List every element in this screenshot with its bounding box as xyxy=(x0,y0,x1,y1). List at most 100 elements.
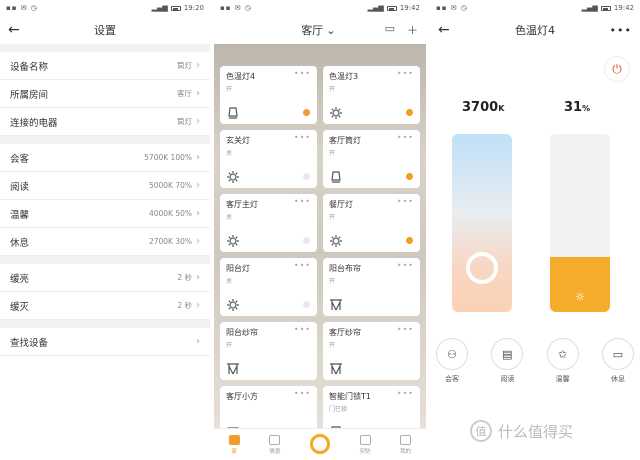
temperature-value: 3700 xyxy=(462,100,499,115)
settings-row-label: 缓亮 xyxy=(10,273,30,285)
device-card[interactable]: 客厅纱帘开 ••• xyxy=(323,322,420,380)
more-dots-icon[interactable]: ••• xyxy=(397,261,414,270)
settings-group-scenes: 会客 5700K 100% › 阅读 5000K 70% › 温馨 4000K 50% › 休息 2… xyxy=(0,136,210,256)
device-card[interactable]: 阳台纱帘开 ••• xyxy=(220,322,317,380)
more-dots-icon[interactable]: ••• xyxy=(294,197,311,206)
more-dots-icon[interactable]: ••• xyxy=(294,69,311,78)
power-toggle-dot[interactable] xyxy=(406,109,413,116)
voice-assistant-button[interactable] xyxy=(309,433,330,454)
more-dots-icon[interactable]: ••• xyxy=(294,325,311,334)
more-dots-icon[interactable]: ••• xyxy=(397,389,414,398)
curtain-icon xyxy=(226,361,240,375)
settings-row[interactable]: 连接的电器 筒灯 › xyxy=(0,108,210,136)
power-toggle-dot[interactable] xyxy=(406,173,413,180)
settings-row[interactable]: 设备名称 筒灯 › xyxy=(0,52,210,80)
battery-icon xyxy=(170,5,181,11)
more-options-icon[interactable]: ••• xyxy=(610,24,632,37)
downlight-icon xyxy=(329,169,343,183)
status-bar: ▪▪ ✉ ◷ ▂▄▆ 19:42 xyxy=(430,0,640,16)
device-state: 关 xyxy=(226,214,233,221)
scene-label: 温馨 xyxy=(555,375,570,383)
power-button[interactable]: ⏻ xyxy=(604,56,630,82)
chevron-right-icon: › xyxy=(196,336,200,347)
device-card[interactable]: 客厅主灯关 ••• xyxy=(220,194,317,252)
settings-row[interactable]: 会客 5700K 100% › xyxy=(0,144,210,172)
tab-label: 情景 xyxy=(269,448,281,455)
settings-row-value: 4000K 50% xyxy=(148,209,192,218)
scene-button[interactable]: ⚇ 会客 xyxy=(436,338,468,384)
more-dots-icon[interactable]: ••• xyxy=(294,261,311,270)
more-dots-icon[interactable]: ••• xyxy=(294,389,311,398)
settings-row-value: 2 秒 xyxy=(177,301,192,310)
more-dots-icon[interactable]: ••• xyxy=(294,133,311,142)
power-toggle-dot[interactable] xyxy=(406,237,413,244)
device-card[interactable]: 餐厅灯开 ••• xyxy=(323,194,420,252)
chevron-right-icon: › xyxy=(196,300,200,311)
chevron-right-icon: › xyxy=(196,272,200,283)
temperature-readout: 3700K xyxy=(462,100,504,115)
power-toggle-dot[interactable] xyxy=(303,109,310,116)
settings-row[interactable]: 温馨 4000K 50% › xyxy=(0,200,210,228)
tab-item[interactable]: 我的 xyxy=(400,434,412,455)
settings-row[interactable]: 缓灭 2 秒 › xyxy=(0,292,210,320)
settings-row-value: 5700K 100% xyxy=(144,153,192,162)
device-state: 开 xyxy=(226,342,233,349)
device-card[interactable]: 玄关灯关 ••• xyxy=(220,130,317,188)
power-toggle-dot[interactable] xyxy=(303,301,310,308)
device-card[interactable]: 阳台布帘开 ••• xyxy=(323,258,420,316)
back-arrow-icon[interactable]: ← xyxy=(8,22,24,38)
settings-row[interactable]: 阅读 5000K 70% › xyxy=(0,172,210,200)
more-dots-icon[interactable]: ••• xyxy=(397,197,414,206)
power-icon: ⏻ xyxy=(612,61,622,76)
device-card[interactable]: 色温灯3 开 ••• xyxy=(323,66,420,124)
chevron-right-icon: › xyxy=(196,152,200,163)
device-card[interactable]: 客厅筒灯开 ••• xyxy=(323,130,420,188)
settings-row-value: 筒灯 xyxy=(177,61,192,70)
settings-row[interactable]: 缓亮 2 秒 › xyxy=(0,264,210,292)
chevron-right-icon: › xyxy=(196,180,200,191)
settings-row-label: 设备名称 xyxy=(10,61,49,73)
power-toggle-dot[interactable] xyxy=(303,173,310,180)
color-temperature-slider[interactable] xyxy=(452,134,512,312)
signal-icon: ▂▄▆ xyxy=(151,4,168,12)
room-selector[interactable]: 客厅 ⌄ xyxy=(301,22,335,38)
curtain-icon xyxy=(329,361,343,375)
status-icons-left: ▪▪ ✉ ◷ xyxy=(6,4,38,12)
device-card[interactable]: 阳台灯关 ••• xyxy=(220,258,317,316)
add-icon[interactable]: ＋ xyxy=(407,22,418,38)
settings-group-find: 查找设备 › xyxy=(0,320,210,356)
scene-label: 休息 xyxy=(610,375,625,383)
device-card[interactable]: 色温灯4 开 ••• xyxy=(220,66,317,124)
more-dots-icon[interactable]: ••• xyxy=(397,325,414,334)
settings-header: ← 设置 xyxy=(0,16,210,44)
book-icon: ▤ xyxy=(491,338,524,370)
tab-item[interactable]: 情景 xyxy=(269,434,281,455)
tab-item[interactable]: 安防 xyxy=(359,434,371,455)
brightness-slider[interactable]: ☼ xyxy=(550,134,610,312)
guests-icon: ⚇ xyxy=(436,338,468,370)
power-toggle-dot[interactable] xyxy=(303,237,310,244)
scene-button[interactable]: ▭ 休息 xyxy=(601,338,634,384)
screenshot-collage: ▪▪ ✉ ◷ ▂▄▆ 19:20 ← 设置 设备名称 筒灯 › 所属房间 客厅 › 连接的电器… xyxy=(0,0,640,460)
chevron-down-icon: ⌄ xyxy=(326,23,336,37)
settings-row[interactable]: 所属房间 客厅 › xyxy=(0,80,210,108)
room-name: 客厅 xyxy=(301,24,324,37)
settings-row[interactable]: 查找设备 › xyxy=(0,328,210,356)
tab-item[interactable]: 家 xyxy=(228,434,240,455)
more-dots-icon[interactable]: ••• xyxy=(397,69,414,78)
tab-icon xyxy=(400,434,412,445)
status-icons-left: ▪▪ ✉ ◷ xyxy=(220,4,252,12)
scene-button[interactable]: ▤ 阅读 xyxy=(491,338,524,384)
temperature-slider-knob[interactable] xyxy=(466,252,498,284)
more-dots-icon[interactable]: ••• xyxy=(397,133,414,142)
settings-row[interactable]: 休息 2700K 30% › xyxy=(0,228,210,256)
settings-row-value: 2 秒 xyxy=(177,273,192,282)
message-icon[interactable]: ▭ xyxy=(385,22,395,38)
scene-button[interactable]: ✩ 温馨 xyxy=(546,338,579,384)
settings-row-value-wrap: 5700K 100% › xyxy=(144,152,200,163)
chevron-right-icon: › xyxy=(196,88,200,99)
lamp-panel: ▪▪ ✉ ◷ ▂▄▆ 19:42 ← 色温灯4 ••• ⏻ 3700K 31% ☼… xyxy=(430,0,640,460)
bulb-icon xyxy=(226,233,240,247)
device-state: 开 xyxy=(329,214,336,221)
back-arrow-icon[interactable]: ← xyxy=(438,22,454,38)
